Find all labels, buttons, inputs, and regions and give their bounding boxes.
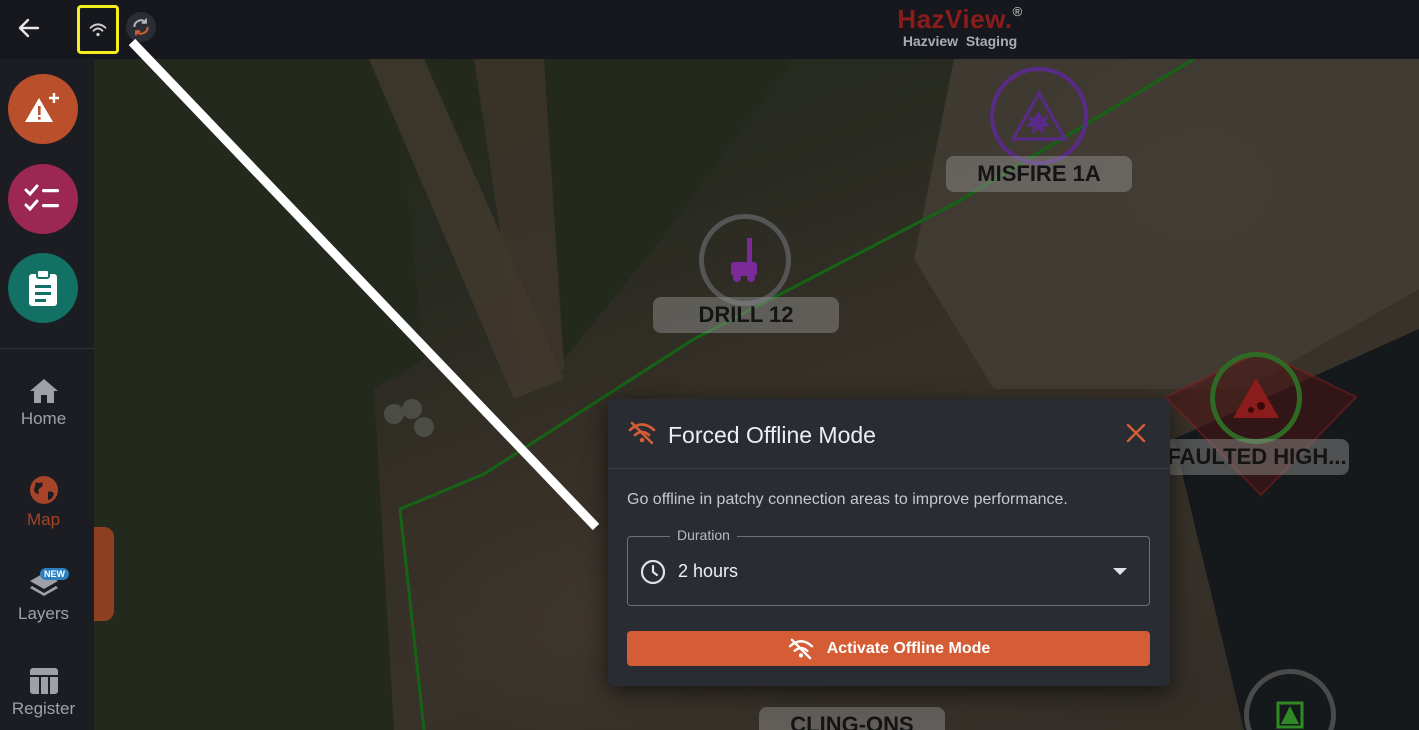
nav-map[interactable]: Map: [0, 466, 87, 546]
globe-icon: [29, 476, 58, 504]
dialog-description: Go offline in patchy connection areas to…: [627, 491, 1068, 508]
sync-button[interactable]: [126, 12, 156, 42]
back-button[interactable]: [10, 10, 48, 46]
hazard-icon: [1276, 701, 1304, 729]
dialog-header: Forced Offline Mode: [608, 399, 1170, 469]
nav-register-label: Register: [11, 699, 76, 718]
explosion-warning-icon: [1010, 89, 1068, 141]
nav-home[interactable]: Home: [0, 369, 87, 449]
drill-rig-icon: [731, 238, 757, 282]
duration-select[interactable]: Duration 2 hours: [627, 527, 1150, 606]
connection-status-button[interactable]: [77, 5, 119, 54]
warning-plus-icon: [25, 93, 59, 122]
wifi-off-icon: [787, 638, 815, 660]
checklist-icon: [24, 184, 59, 212]
close-icon[interactable]: [1124, 421, 1148, 445]
sidebar-divider: [0, 348, 94, 349]
nav-register[interactable]: Register: [0, 659, 87, 730]
home-icon: [29, 379, 58, 403]
marker-label[interactable]: CLING-ONS: [759, 707, 945, 730]
environment-label: Hazview Staging: [902, 33, 1018, 49]
chevron-down-icon[interactable]: [1113, 568, 1127, 575]
brand-name-text: HazView.: [897, 4, 1013, 34]
dialog-title: Forced Offline Mode: [668, 422, 876, 448]
wifi-icon: [89, 22, 107, 36]
brand-logo: HazView.®: [860, 4, 1060, 35]
marker-label[interactable]: FAULTED HIGH...: [1165, 439, 1349, 475]
top-bar: HazView.® Hazview Staging: [0, 0, 1419, 59]
registered-mark: ®: [1012, 4, 1023, 19]
nav-layers[interactable]: NEW Layers: [0, 562, 87, 642]
sync-icon: [133, 18, 149, 36]
brand: HazView.® Hazview Staging: [860, 4, 1060, 49]
clipboard-icon: [29, 269, 57, 306]
tasks-button[interactable]: [8, 164, 78, 234]
nav-layers-label: Layers: [17, 604, 70, 623]
marker-faulted-icon[interactable]: [1210, 352, 1302, 444]
rockfall-icon: [1233, 378, 1279, 418]
add-hazard-button[interactable]: [8, 74, 78, 144]
nav-home-label: Home: [20, 409, 67, 428]
marker-label[interactable]: DRILL 12: [653, 297, 839, 333]
arrow-left-icon: [18, 18, 40, 38]
activate-offline-label: Activate Offline Mode: [826, 639, 991, 657]
duration-value: 2 hours: [678, 561, 739, 581]
sidebar: Home Map NEW Layers Register: [0, 59, 94, 730]
nav-map-label: Map: [26, 510, 61, 529]
marker-drill-icon[interactable]: [699, 214, 791, 306]
wifi-off-icon: [628, 421, 656, 445]
table-icon: [29, 668, 58, 694]
duration-label: Duration: [670, 527, 737, 543]
marker-label[interactable]: MISFIRE 1A: [946, 156, 1132, 192]
new-badge: NEW: [40, 568, 69, 580]
forms-button[interactable]: [8, 253, 78, 323]
clock-icon: [640, 559, 666, 585]
activate-offline-button[interactable]: Activate Offline Mode: [627, 631, 1150, 666]
marker-misfire-icon[interactable]: [990, 67, 1088, 165]
map-drawer-handle[interactable]: [94, 527, 114, 621]
forced-offline-dialog: Forced Offline Mode Go offline in patchy…: [608, 399, 1170, 686]
